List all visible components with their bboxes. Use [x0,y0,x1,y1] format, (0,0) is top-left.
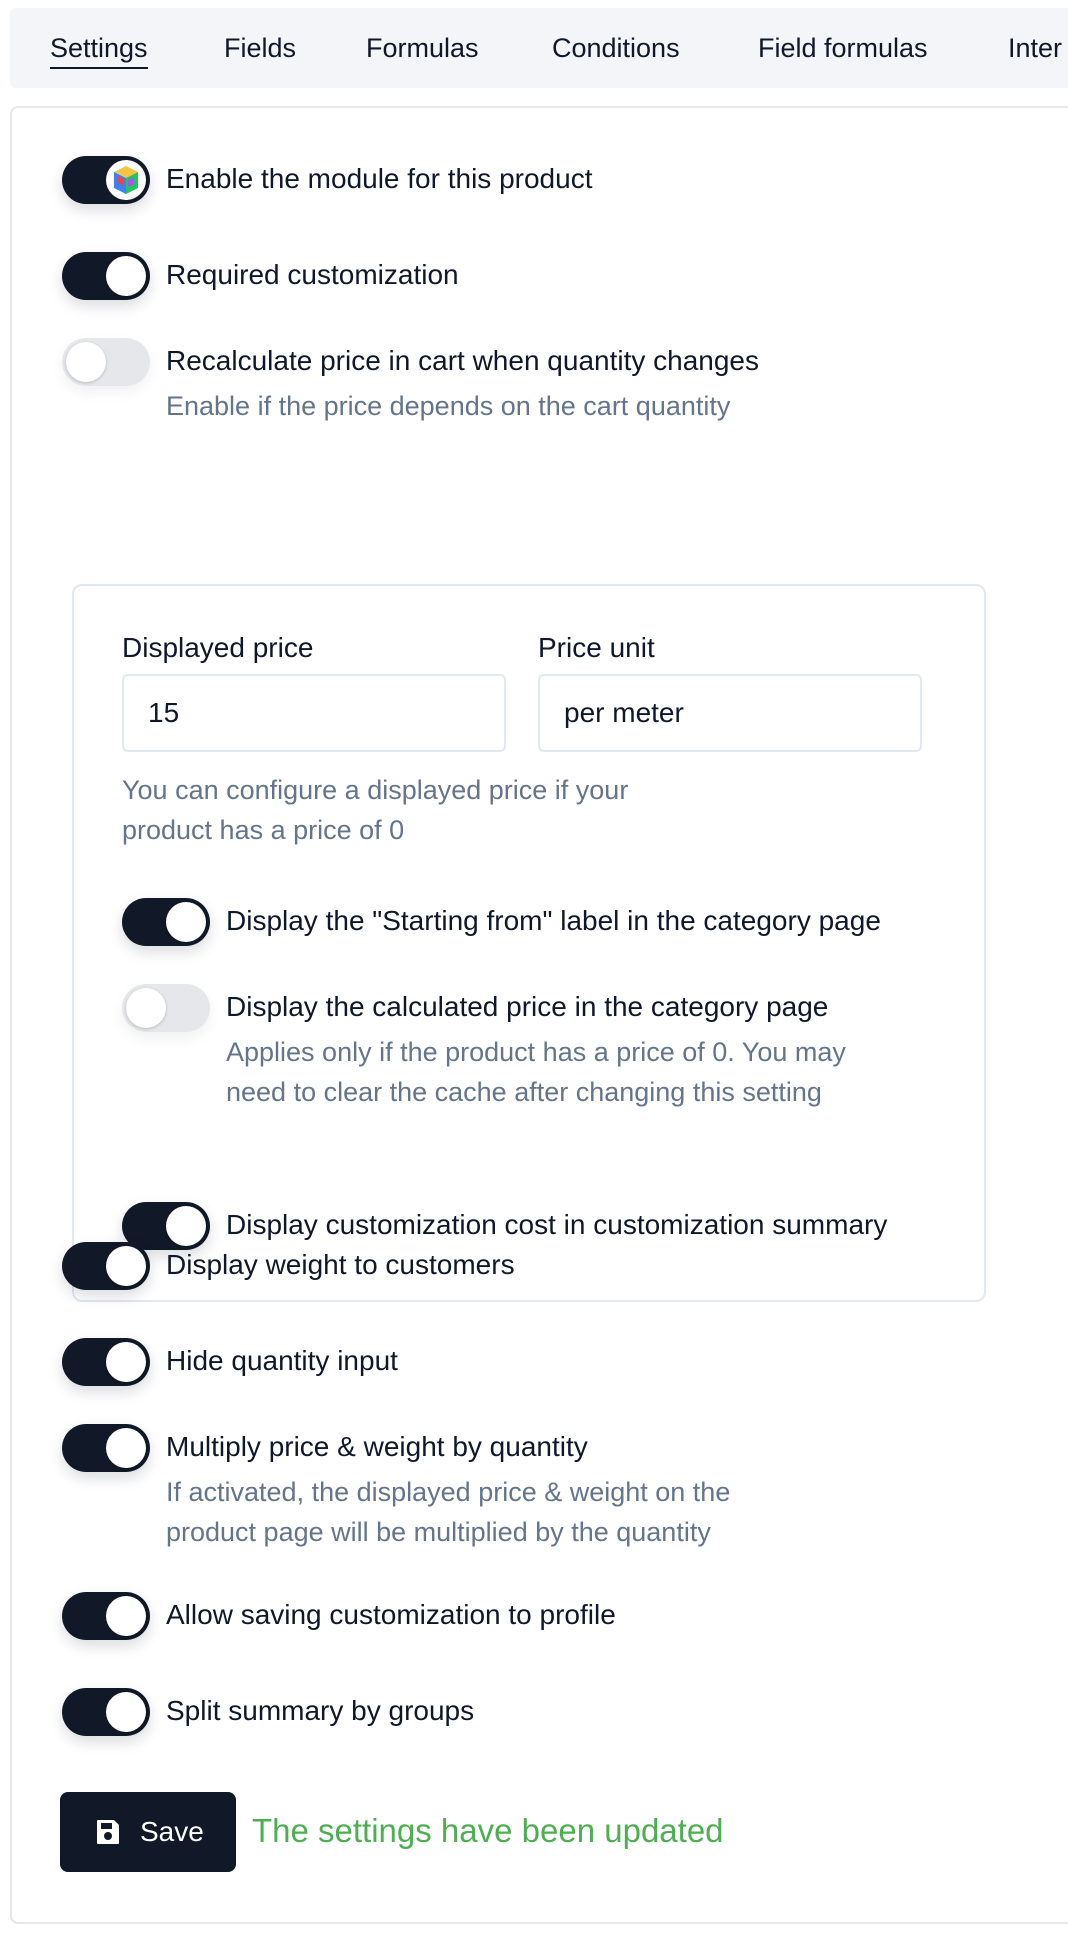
tab-formulas[interactable]: Formulas [366,8,479,88]
recalculate-price-label: Recalculate price in cart when quantity … [166,345,760,376]
split-summary-toggle[interactable] [62,1688,150,1736]
displayed-price-label: Displayed price [122,632,314,663]
save-button[interactable]: Save [60,1792,236,1872]
settings-card: Enable the module for this product Requi… [10,106,1068,1924]
required-customization-label: Required customization [166,259,459,290]
tab-fields[interactable]: Fields [224,8,296,88]
calculated-price-label: Display the calculated price in the cate… [226,991,829,1022]
display-weight-label: Display weight to customers [166,1249,515,1280]
tab-inter[interactable]: Inter [1008,8,1062,88]
enable-module-label: Enable the module for this product [166,163,593,194]
starting-from-label: Display the "Starting from" label in the… [226,905,881,936]
status-message: The settings have been updated [252,1812,724,1849]
calculated-price-toggle[interactable] [122,984,210,1032]
tab-bar: Settings Fields Formulas Conditions Fiel… [10,8,1068,88]
display-weight-toggle[interactable] [62,1242,150,1290]
calculated-price-help: Applies only if the product has a price … [226,1037,846,1107]
displayed-price-help: You can configure a displayed price if y… [122,775,629,845]
hide-quantity-toggle[interactable] [62,1338,150,1386]
allow-saving-toggle[interactable] [62,1592,150,1640]
recalculate-price-help: Enable if the price depends on the cart … [166,391,731,421]
floppy-disk-icon [96,1819,120,1845]
save-button-label: Save [140,1816,204,1847]
multiply-price-help: If activated, the displayed price & weig… [166,1477,731,1547]
multiply-price-toggle[interactable] [62,1424,150,1472]
price-panel: Displayed price Price unit You can confi… [72,584,986,1302]
price-unit-label: Price unit [538,632,655,663]
split-summary-label: Split summary by groups [166,1695,475,1726]
allow-saving-label: Allow saving customization to profile [166,1599,616,1630]
module-logo-icon [106,160,146,200]
tab-conditions[interactable]: Conditions [552,8,680,88]
displayed-price-input[interactable] [122,674,506,752]
customization-cost-toggle[interactable] [122,1202,210,1250]
hide-quantity-label: Hide quantity input [166,1345,398,1376]
tab-field-formulas[interactable]: Field formulas [758,8,928,88]
customization-cost-label: Display customization cost in customizat… [226,1209,888,1240]
starting-from-toggle[interactable] [122,898,210,946]
recalculate-price-toggle[interactable] [62,338,150,386]
required-customization-toggle[interactable] [62,252,150,300]
price-unit-input[interactable] [538,674,922,752]
multiply-price-label: Multiply price & weight by quantity [166,1431,588,1462]
enable-module-toggle[interactable] [62,156,150,204]
tab-settings[interactable]: Settings [50,8,148,88]
